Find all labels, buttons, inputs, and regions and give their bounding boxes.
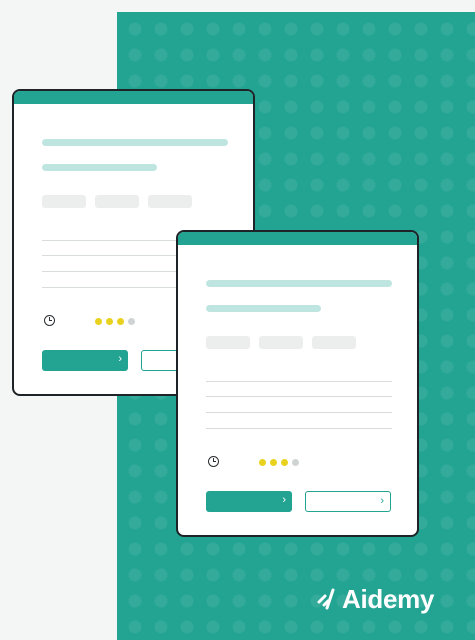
aidemy-mark-icon — [317, 588, 335, 610]
progress-dot-filled — [270, 459, 277, 466]
progress-dot-filled — [106, 318, 113, 325]
primary-button[interactable]: › — [42, 350, 128, 371]
tag-placeholder — [95, 195, 139, 208]
chevron-right-icon: › — [118, 353, 122, 365]
chevron-right-icon: › — [380, 495, 384, 507]
progress-dot-filled — [95, 318, 102, 325]
tag-placeholder — [148, 195, 192, 208]
divider — [206, 381, 392, 382]
progress-dot-filled — [259, 459, 266, 466]
card-header — [178, 232, 417, 245]
brand-name: Aidemy — [342, 583, 435, 614]
divider — [206, 396, 392, 397]
clock-icon — [208, 456, 219, 467]
divider — [206, 428, 392, 429]
subtitle-placeholder — [206, 305, 321, 312]
clock-icon — [44, 315, 55, 326]
divider — [206, 412, 392, 413]
chevron-right-icon: › — [282, 494, 286, 506]
secondary-button[interactable]: › — [305, 491, 391, 512]
progress-dot-filled — [117, 318, 124, 325]
primary-button[interactable]: › — [206, 491, 292, 512]
card-header — [14, 91, 253, 104]
tag-placeholder — [312, 336, 356, 349]
title-placeholder — [206, 280, 392, 287]
tag-placeholder — [206, 336, 250, 349]
progress-dot-empty — [292, 459, 299, 466]
course-card-front: › › — [176, 230, 419, 537]
tag-placeholder — [259, 336, 303, 349]
progress-dot-filled — [281, 459, 288, 466]
aidemy-logo: Aidemy — [316, 581, 434, 617]
title-placeholder — [42, 139, 228, 146]
subtitle-placeholder — [42, 164, 157, 171]
progress-dot-empty — [128, 318, 135, 325]
tag-placeholder — [42, 195, 86, 208]
